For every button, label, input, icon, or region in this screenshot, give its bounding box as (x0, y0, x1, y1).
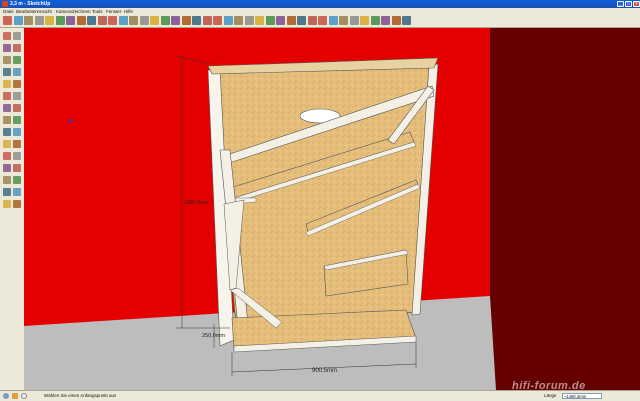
rectangle-icon[interactable] (45, 16, 54, 25)
menu-tools[interactable]: Tools (92, 8, 103, 15)
model-canvas[interactable]: 1000,0mm 250,0mm 900,5mm (24, 28, 640, 390)
sketchup-window: 3,3 m - SketchUp _ □ × Datei Bearbeiten … (0, 0, 640, 401)
next-view-icon[interactable] (286, 16, 296, 25)
scale-icon[interactable] (150, 16, 159, 25)
menu-ansicht[interactable]: Ansicht (37, 8, 52, 15)
right-wall (490, 28, 640, 390)
shaded-icon[interactable] (391, 16, 401, 25)
circle-icon[interactable] (55, 16, 65, 25)
hidden-line-icon[interactable] (381, 16, 390, 25)
rectangle-icon[interactable] (3, 44, 11, 52)
follow-me-icon[interactable] (13, 92, 21, 100)
orbit-icon[interactable] (13, 152, 21, 160)
move-icon[interactable] (129, 16, 138, 25)
help-icon[interactable] (21, 393, 27, 399)
arc-icon[interactable] (76, 16, 86, 25)
close-button[interactable]: × (633, 1, 640, 7)
left-toolbar (0, 28, 25, 390)
dimension-icon[interactable] (13, 116, 21, 124)
menu-hilfe[interactable]: Hilfe (124, 8, 133, 15)
line-icon[interactable] (34, 16, 44, 25)
menu-datei[interactable]: Datei (3, 8, 14, 15)
zoom-window-icon[interactable] (255, 16, 264, 25)
walk-icon[interactable] (3, 188, 11, 196)
zoom-extents-icon[interactable] (265, 16, 275, 25)
freehand-icon[interactable] (13, 68, 21, 76)
credits-icon[interactable] (12, 393, 18, 399)
back-view-icon[interactable] (339, 16, 348, 25)
line-icon[interactable] (13, 44, 21, 52)
3d-text-icon[interactable] (213, 16, 222, 25)
zoom-extents-icon[interactable] (13, 176, 21, 184)
main-toolbar (0, 15, 640, 28)
scale-icon[interactable] (3, 104, 11, 112)
polygon-icon[interactable] (66, 16, 75, 25)
3d-text-icon[interactable] (13, 140, 21, 148)
menu-zeichnen[interactable]: Zeichnen (72, 8, 91, 15)
move-icon[interactable] (3, 80, 11, 88)
bottom-dimension-label: 250,0mm (202, 333, 225, 339)
left-view-icon[interactable] (349, 16, 359, 25)
position-camera-icon[interactable] (13, 200, 21, 208)
pencil-icon[interactable] (24, 16, 33, 25)
orbit-icon[interactable] (223, 16, 233, 25)
follow-me-icon[interactable] (108, 16, 117, 25)
textured-icon[interactable] (402, 16, 411, 25)
axes-icon[interactable] (202, 16, 212, 25)
front-view-icon[interactable] (318, 16, 327, 25)
polygon-icon[interactable] (3, 68, 11, 76)
maximize-button[interactable]: □ (625, 1, 632, 7)
width-dimension-label: 900,5mm (312, 368, 337, 374)
sketchup-logo-icon (2, 1, 8, 7)
offset-icon[interactable] (118, 16, 128, 25)
top-view-icon[interactable] (307, 16, 317, 25)
protractor-icon[interactable] (181, 16, 191, 25)
minimize-button[interactable]: _ (617, 1, 624, 7)
rotate-icon[interactable] (139, 16, 149, 25)
eraser-icon[interactable] (13, 32, 21, 40)
select-icon[interactable] (3, 32, 11, 40)
text-icon[interactable] (192, 16, 201, 25)
select-icon[interactable] (3, 16, 12, 25)
title-bar[interactable]: 3,3 m - SketchUp _ □ × (0, 0, 640, 8)
zoom-icon[interactable] (244, 16, 254, 25)
wireframe-icon[interactable] (370, 16, 380, 25)
pan-icon[interactable] (3, 164, 11, 172)
menu-bearbeiten[interactable]: Bearbeiten (16, 8, 38, 15)
height-dimension-label: 1000,0mm (184, 200, 208, 206)
iso-view-icon[interactable] (297, 16, 306, 25)
circle-icon[interactable] (3, 56, 11, 64)
window-title: 3,3 m - SketchUp (10, 1, 51, 7)
axes-origin-marker (69, 119, 73, 123)
measurement-value-box[interactable]: ~1480,3mm (562, 393, 602, 399)
eraser-icon[interactable] (13, 16, 23, 25)
freehand-icon[interactable] (87, 16, 96, 25)
push-pull-icon[interactable] (97, 16, 107, 25)
geo-location-icon[interactable] (3, 393, 9, 399)
paint-bucket-icon[interactable] (3, 152, 11, 160)
watermark: hifi-forum.de (512, 380, 586, 392)
zoom-window-icon[interactable] (3, 176, 11, 184)
tape-icon[interactable] (160, 16, 170, 25)
offset-icon[interactable] (13, 104, 21, 112)
dimension-icon[interactable] (171, 16, 180, 25)
axes-icon[interactable] (3, 140, 11, 148)
previous-view-icon[interactable] (276, 16, 285, 25)
right-view-icon[interactable] (328, 16, 338, 25)
look-around-icon[interactable] (13, 188, 21, 196)
menu-bar: Datei Bearbeiten Ansicht Kamera Zeichnen… (0, 8, 640, 15)
menu-kamera[interactable]: Kamera (56, 8, 72, 15)
arc-icon[interactable] (13, 56, 21, 64)
zoom-icon[interactable] (13, 164, 21, 172)
tape-icon[interactable] (3, 116, 11, 124)
protractor-icon[interactable] (3, 128, 11, 136)
xray-icon[interactable] (360, 16, 369, 25)
pan-icon[interactable] (234, 16, 243, 25)
rotate-icon[interactable] (3, 92, 11, 100)
text-icon[interactable] (13, 128, 21, 136)
push-pull-icon[interactable] (13, 80, 21, 88)
section-plane-icon[interactable] (3, 200, 11, 208)
menu-fenster[interactable]: Fenster (106, 8, 121, 15)
drawing-viewport[interactable]: 1000,0mm 250,0mm 900,5mm (24, 28, 640, 390)
